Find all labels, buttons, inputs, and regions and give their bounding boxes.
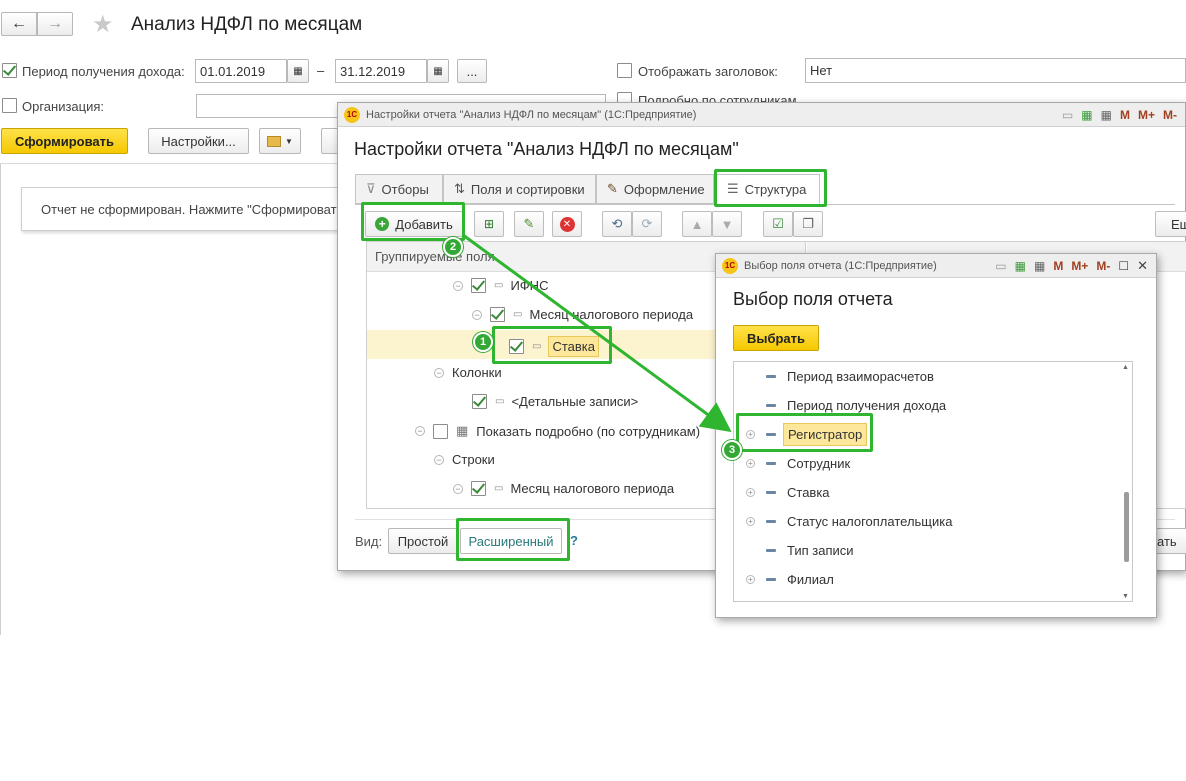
annotation-badge-3: 3 (722, 440, 742, 460)
annotation-arrow (462, 233, 732, 433)
annotation-badge-1: 1 (473, 332, 493, 352)
annotation-arrow-line (462, 233, 732, 433)
annotation-badge-2: 2 (443, 237, 463, 257)
